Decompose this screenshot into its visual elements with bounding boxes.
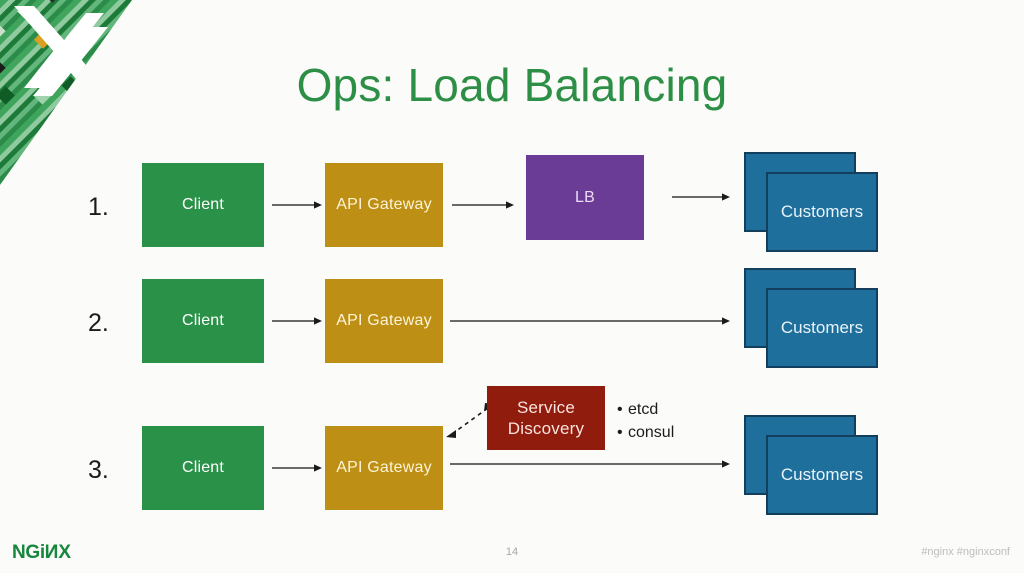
- row2-arrow-gateway-to-customers: [450, 316, 730, 326]
- row1-customers-card-front[interactable]: Customers: [766, 172, 878, 252]
- row2-arrow-client-to-gateway: [272, 316, 322, 326]
- footer-hashtags: #nginx #nginxconf: [921, 546, 1010, 558]
- row2-gateway-label: API Gateway: [336, 312, 432, 329]
- row1-customers-stack[interactable]: Customers: [744, 152, 880, 257]
- row2-client-label: Client: [181, 312, 225, 329]
- row2-customers-stack[interactable]: Customers: [744, 268, 880, 373]
- slide-root: Ops: Load Balancing 1. Client API Gatewa…: [0, 0, 1024, 573]
- row1-client-label: Client: [181, 196, 225, 213]
- row3-service-discovery-label: Service Discovery: [507, 397, 585, 438]
- row1-lb-label: LB: [575, 188, 595, 206]
- row1-arrow-gateway-to-lb: [452, 200, 514, 210]
- row2-client-box[interactable]: Client: [142, 279, 264, 363]
- bullet-etcd: etcd: [617, 398, 674, 421]
- row3-client-label: Client: [181, 459, 225, 476]
- row-number-3: 3.: [88, 456, 109, 484]
- diagram: 1. Client API Gateway LB Customers 2. Cl…: [0, 0, 1024, 573]
- row2-gateway-box[interactable]: API Gateway: [325, 279, 443, 363]
- row1-customers-label: Customers: [780, 202, 864, 221]
- row2-customers-card-front[interactable]: Customers: [766, 288, 878, 368]
- row3-gateway-label: API Gateway: [336, 459, 432, 476]
- row3-client-box[interactable]: Client: [142, 426, 264, 510]
- row3-arrow-gateway-to-customers: [450, 459, 730, 469]
- row3-customers-card-front[interactable]: Customers: [766, 435, 878, 515]
- row1-arrow-client-to-gateway: [272, 200, 322, 210]
- row-number-2: 2.: [88, 309, 109, 337]
- row1-gateway-box[interactable]: API Gateway: [325, 163, 443, 247]
- slide-footer: NGiNX 14 #nginx #nginxconf: [0, 533, 1024, 573]
- row3-service-discovery-bullets: etcd consul: [617, 398, 674, 444]
- row1-lb-box[interactable]: LB: [526, 155, 644, 240]
- row3-customers-label: Customers: [780, 465, 864, 484]
- row-number-1: 1.: [88, 193, 109, 221]
- row3-arrow-client-to-gateway: [272, 463, 322, 473]
- row1-arrow-lb-to-customers: [672, 192, 730, 202]
- page-number: 14: [505, 546, 519, 558]
- bullet-consul: consul: [617, 421, 674, 444]
- row1-gateway-label: API Gateway: [336, 196, 432, 213]
- row3-customers-stack[interactable]: Customers: [744, 415, 880, 520]
- row1-client-box[interactable]: Client: [142, 163, 264, 247]
- row3-gateway-box[interactable]: API Gateway: [325, 426, 443, 510]
- row2-customers-label: Customers: [780, 318, 864, 337]
- row3-service-discovery-box[interactable]: Service Discovery: [487, 386, 605, 450]
